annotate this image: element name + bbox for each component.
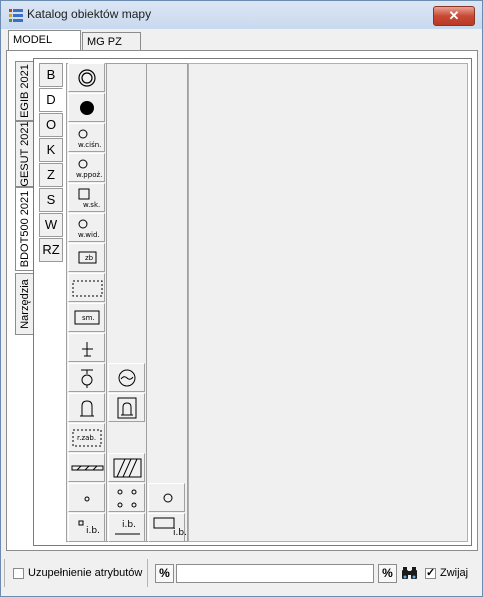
tab-model-2021[interactable]: MODEL 2021 xyxy=(8,30,81,64)
side-tab-label: Narzędzia xyxy=(18,279,31,329)
symbol-ib-underline[interactable]: i.b. xyxy=(108,513,145,542)
symbol-label: w.ciśn. xyxy=(78,141,102,149)
zwijaj-label: Zwijaj xyxy=(440,567,469,579)
symbol-label: w.sk. xyxy=(83,201,101,209)
side-tab-label: BDOT500 2021 xyxy=(18,190,31,268)
search-input-value xyxy=(177,567,179,579)
letter-tab-b[interactable]: B xyxy=(39,63,63,87)
percent-button-left[interactable]: % xyxy=(155,564,174,583)
katalog-window: Katalog obiektów mapy ✕ MODEL 2021 MG PZ… xyxy=(0,0,483,597)
side-tab-label: EGIB 2021 xyxy=(18,64,31,118)
symbol-dashed-rect[interactable] xyxy=(68,273,105,302)
hatched-line-icon xyxy=(71,465,104,471)
symbol-filled-circle[interactable] xyxy=(68,93,105,122)
symbol-label: r.zab. xyxy=(77,434,97,442)
side-tab-gesut-2021[interactable]: GESUT 2021 xyxy=(15,121,33,187)
side-tab-bdot500-2021[interactable]: BDOT500 2021 xyxy=(15,187,33,271)
symbol-label: w.ppoż. xyxy=(76,171,103,179)
letter-label: O xyxy=(45,117,57,132)
symbol-label: i.b. xyxy=(122,520,136,530)
status-separator xyxy=(4,559,5,587)
letter-label: W xyxy=(44,217,58,232)
symbol-label: i.b. xyxy=(86,526,100,536)
circle-wave-icon xyxy=(118,369,136,387)
percent-icon: % xyxy=(159,566,170,580)
letter-tab-w[interactable]: W xyxy=(39,213,63,237)
filled-circle-icon xyxy=(80,101,94,115)
side-tab-narzedzia[interactable]: Narzędzia xyxy=(15,273,33,335)
symbol-zb[interactable]: zb xyxy=(68,243,105,272)
binoculars-icon[interactable] xyxy=(401,566,418,580)
symbol-label: w.wid. xyxy=(78,231,100,239)
symbol-arch-framed[interactable] xyxy=(108,393,145,422)
side-tab-label: GESUT 2021 xyxy=(18,121,31,187)
symbol-w-cisn[interactable]: w.ciśn. xyxy=(68,123,105,152)
uzupelnienie-checkbox[interactable] xyxy=(13,568,24,579)
monument-icon xyxy=(81,369,93,388)
percent-button-right[interactable]: % xyxy=(378,564,397,583)
letter-label: D xyxy=(46,92,56,107)
symbol-cross[interactable] xyxy=(68,333,105,362)
symbol-w-wid[interactable]: w.wid. xyxy=(68,213,105,242)
zwijaj-checkbox[interactable] xyxy=(425,566,436,579)
small-circle-icon xyxy=(163,493,173,503)
letter-label: Z xyxy=(47,167,55,182)
preview-area xyxy=(188,63,468,542)
cross-icon xyxy=(82,342,93,357)
letter-label: B xyxy=(46,67,56,82)
symbol-double-circle[interactable] xyxy=(68,63,105,92)
letter-label: S xyxy=(46,192,56,207)
side-tab-egib-2021[interactable]: EGIB 2021 xyxy=(15,61,33,121)
close-button[interactable]: ✕ xyxy=(433,6,475,26)
letter-tab-z[interactable]: Z xyxy=(39,163,63,187)
symbol-hatched-line[interactable] xyxy=(68,453,105,482)
window-title: Katalog obiektów mapy xyxy=(27,7,152,21)
symbol-monument[interactable] xyxy=(68,363,105,392)
tab-mg-pz-na[interactable]: MG PZ NA xyxy=(82,32,141,66)
double-circle-icon xyxy=(78,69,96,87)
letter-tab-d[interactable]: D xyxy=(39,88,63,112)
symbol-ib-rect[interactable]: i.b. xyxy=(148,513,187,542)
letter-tab-rz[interactable]: RZ xyxy=(39,238,63,262)
symbol-label: sm. xyxy=(82,314,95,322)
dashed-rectangle-icon xyxy=(72,280,103,297)
symbol-label: i.b. xyxy=(173,528,187,538)
letter-tab-o[interactable]: O xyxy=(39,113,63,137)
framed-arch-icon xyxy=(117,397,137,419)
symbol-four-dots[interactable] xyxy=(108,483,145,512)
percent-icon: % xyxy=(382,566,393,580)
four-dots-icon xyxy=(117,489,137,508)
symbol-small-circle[interactable] xyxy=(148,483,185,512)
letter-label: RZ xyxy=(42,242,60,257)
symbol-label: zb xyxy=(85,254,94,262)
symbol-r-zab[interactable]: r.zab. xyxy=(68,423,105,452)
symbol-hatched-block[interactable] xyxy=(108,453,145,482)
letter-tab-s[interactable]: S xyxy=(39,188,63,212)
symbol-dot[interactable] xyxy=(68,483,105,512)
title-bar: Katalog obiektów mapy ✕ xyxy=(1,1,482,29)
arch-icon xyxy=(80,400,94,417)
dot-icon xyxy=(84,496,90,502)
symbol-sm[interactable]: sm. xyxy=(68,303,105,332)
close-icon: ✕ xyxy=(448,8,460,23)
symbol-arch[interactable] xyxy=(68,393,105,422)
symbol-ib-square[interactable]: i.b. xyxy=(68,513,105,542)
symbol-column-3 xyxy=(146,63,188,542)
symbol-w-ppoz[interactable]: w.ppoż. xyxy=(68,153,105,182)
letter-tab-k[interactable]: K xyxy=(39,138,63,162)
symbol-w-sk[interactable]: w.sk. xyxy=(68,183,105,212)
uzupelnienie-label: Uzupełnienie atrybutów xyxy=(28,567,143,579)
catalog-app-icon xyxy=(9,9,23,22)
hatched-block-icon xyxy=(113,458,142,478)
status-separator xyxy=(147,559,148,587)
search-input[interactable] xyxy=(176,564,374,583)
symbol-circle-wave[interactable] xyxy=(108,363,145,392)
letter-label: K xyxy=(46,142,56,157)
